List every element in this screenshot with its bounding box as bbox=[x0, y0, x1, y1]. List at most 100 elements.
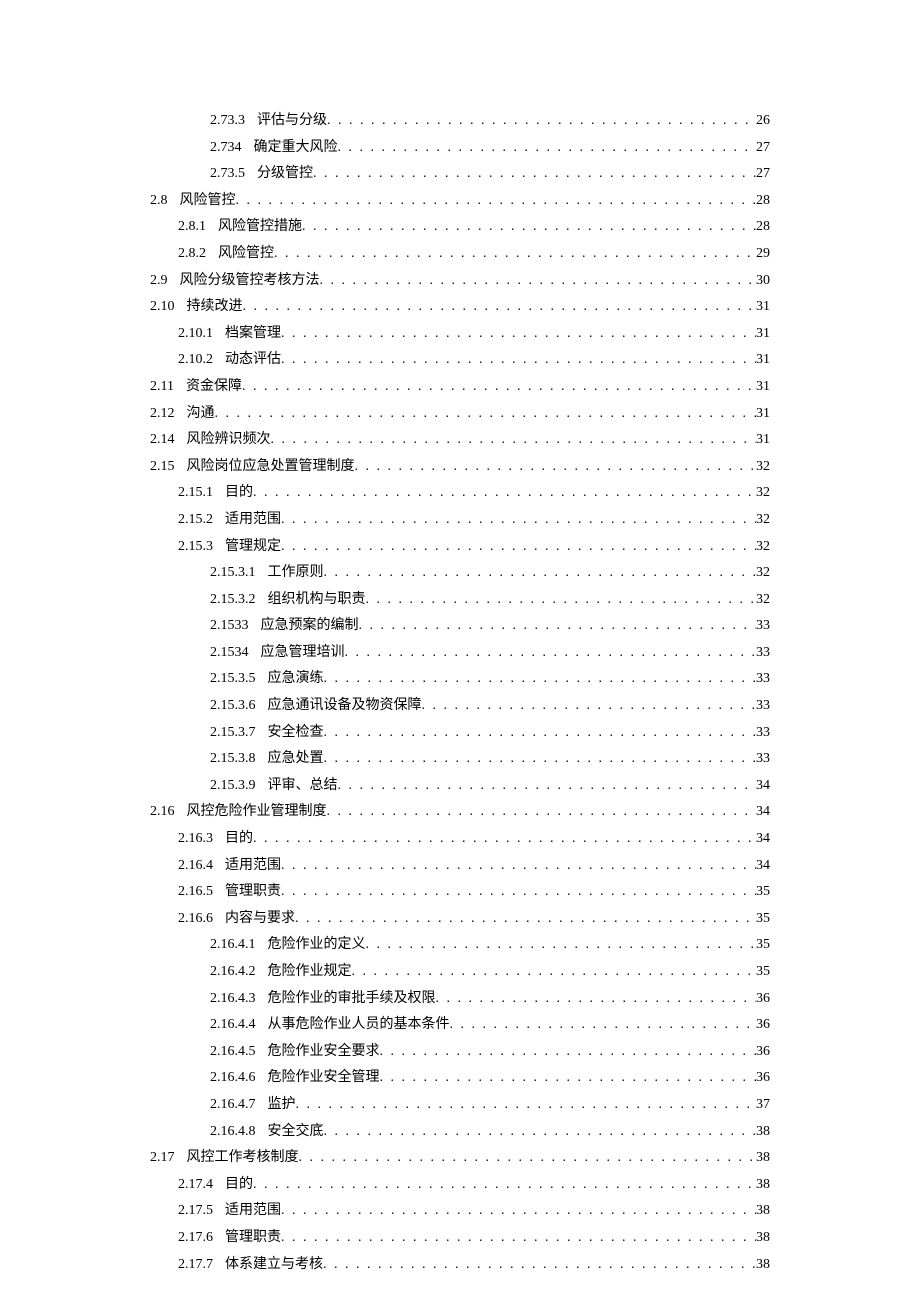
toc-entry-number: 2.16 bbox=[150, 799, 175, 826]
toc-entry-title: 评审、总结 bbox=[268, 773, 338, 800]
toc-entry-number: 2.17.7 bbox=[178, 1252, 213, 1279]
toc-entry-title: 应急管理培训 bbox=[261, 640, 345, 667]
toc-entry-title: 适用范围 bbox=[225, 1198, 281, 1225]
toc-entry: 2.10.2 动态评估 31 bbox=[150, 347, 770, 374]
toc-entry-number: 2.8.1 bbox=[178, 214, 206, 241]
toc-entry-number: 2.15.3.6 bbox=[210, 693, 256, 720]
toc-entry-title: 应急演练 bbox=[268, 666, 324, 693]
toc-entry: 2.15.3.5应急演练33 bbox=[150, 666, 770, 693]
toc-entry-page: 33 bbox=[756, 693, 770, 720]
toc-entry-number: 2.16.3 bbox=[178, 826, 213, 853]
toc-entry-leader bbox=[345, 640, 757, 667]
toc-entry: 2.10.1档案管理31 bbox=[150, 321, 770, 348]
toc-entry-number: 2.15.3.2 bbox=[210, 587, 256, 614]
toc-entry-page: 33 bbox=[756, 720, 770, 747]
toc-entry-title: 管理职责 bbox=[225, 1225, 281, 1252]
toc-entry-page: 32 bbox=[756, 454, 770, 481]
toc-entry-leader bbox=[236, 188, 757, 215]
toc-entry-title: 安全检查 bbox=[268, 720, 324, 747]
toc-entry: 2.16.4适用范围34 bbox=[150, 853, 770, 880]
toc-entry-title: 动态评估 bbox=[225, 347, 281, 374]
toc-entry-page: 31 bbox=[756, 294, 770, 321]
toc-entry-title: 持续改进 bbox=[187, 294, 243, 321]
toc-entry: 2.16.3目的34 bbox=[150, 826, 770, 853]
toc-entry-page: 27 bbox=[756, 135, 770, 162]
toc-entry-page: 36 bbox=[756, 1012, 770, 1039]
toc-entry-title: 危险作业规定 bbox=[268, 959, 352, 986]
toc-entry-leader bbox=[242, 374, 756, 401]
toc-entry-number: 2.10 bbox=[150, 294, 175, 321]
toc-entry-page: 31 bbox=[756, 401, 770, 428]
toc-entry: 2.16.4.2危险作业规定35 bbox=[150, 959, 770, 986]
toc-entry-page: 26 bbox=[756, 108, 770, 135]
toc-entry-number: 2.16.4.5 bbox=[210, 1039, 256, 1066]
toc-entry-leader bbox=[281, 321, 756, 348]
toc-entry-page: 31 bbox=[756, 347, 770, 374]
toc-entry-leader bbox=[243, 294, 757, 321]
toc-entry-page: 38 bbox=[756, 1252, 770, 1279]
toc-entry-page: 35 bbox=[756, 906, 770, 933]
toc-entry-leader bbox=[366, 932, 757, 959]
toc-entry: 2.15.3.2组织机构与职责32 bbox=[150, 587, 770, 614]
toc-entry-page: 32 bbox=[756, 587, 770, 614]
toc-entry-leader bbox=[295, 906, 756, 933]
toc-entry: 2.1534应急管理培训33 bbox=[150, 640, 770, 667]
toc-entry-leader bbox=[450, 1012, 757, 1039]
toc-entry-leader bbox=[313, 161, 756, 188]
toc-entry: 2.16.4.4从事危险作业人员的基本条件36 bbox=[150, 1012, 770, 1039]
toc-entry-number: 2.15.3.1 bbox=[210, 560, 256, 587]
toc-entry-title: 管理职责 bbox=[225, 879, 281, 906]
toc-entry-page: 33 bbox=[756, 746, 770, 773]
toc-entry-number: 2.73.5 bbox=[210, 161, 245, 188]
toc-entry-leader bbox=[355, 454, 757, 481]
toc-entry-title: 内容与要求 bbox=[225, 906, 295, 933]
toc-entry: 2.10 持续改进 31 bbox=[150, 294, 770, 321]
toc-entry-leader bbox=[324, 720, 757, 747]
toc-entry-number: 2.8 bbox=[150, 188, 168, 215]
toc-entry: 2.15.3管理规定32 bbox=[150, 534, 770, 561]
toc-entry-title: 适用范围 bbox=[225, 853, 281, 880]
toc-entry-page: 33 bbox=[756, 640, 770, 667]
toc-entry-number: 2.8.2 bbox=[178, 241, 206, 268]
toc-entry-page: 35 bbox=[756, 932, 770, 959]
toc-entry-number: 2.9 bbox=[150, 268, 168, 295]
toc-entry-leader bbox=[436, 986, 757, 1013]
toc-entry-number: 2.14 bbox=[150, 427, 175, 454]
toc-entry: 2.17风控工作考核制度38 bbox=[150, 1145, 770, 1172]
toc-entry-leader bbox=[215, 401, 757, 428]
toc-entry-number: 2.16.4 bbox=[178, 853, 213, 880]
toc-entry-title: 体系建立与考核 bbox=[225, 1252, 323, 1279]
toc-entry-page: 38 bbox=[756, 1225, 770, 1252]
toc-entry-page: 34 bbox=[756, 773, 770, 800]
toc-entry-number: 2.11 bbox=[150, 374, 174, 401]
toc-entry-leader bbox=[281, 1225, 756, 1252]
toc-entry-leader bbox=[359, 613, 757, 640]
toc-entry-leader bbox=[299, 1145, 757, 1172]
toc-entry-leader bbox=[253, 826, 756, 853]
toc-entry-number: 2.10.2 bbox=[178, 347, 213, 374]
toc-entry-number: 2.16.6 bbox=[178, 906, 213, 933]
toc-entry-number: 2.16.4.4 bbox=[210, 1012, 256, 1039]
toc-entry-title: 评估与分级 bbox=[257, 108, 327, 135]
toc-entry-leader bbox=[253, 1172, 756, 1199]
toc-entry-number: 2.17.4 bbox=[178, 1172, 213, 1199]
toc-entry-leader bbox=[324, 560, 757, 587]
toc-entry-number: 2.15.1 bbox=[178, 480, 213, 507]
toc-entry: 2.16.4.5危险作业安全要求36 bbox=[150, 1039, 770, 1066]
toc-entry-leader bbox=[281, 879, 756, 906]
toc-entry-leader bbox=[324, 666, 757, 693]
toc-entry-number: 2.73.3 bbox=[210, 108, 245, 135]
toc-entry: 2.15.3.6应急通讯设备及物资保障33 bbox=[150, 693, 770, 720]
toc-entry: 2.15风险岗位应急处置管理制度32 bbox=[150, 454, 770, 481]
toc-entry-page: 32 bbox=[756, 507, 770, 534]
toc-entry-page: 33 bbox=[756, 666, 770, 693]
toc-entry-number: 2.16.4.3 bbox=[210, 986, 256, 1013]
toc-entry-title: 风险岗位应急处置管理制度 bbox=[187, 454, 355, 481]
toc-entry: 2.16.4.1危险作业的定义35 bbox=[150, 932, 770, 959]
toc-entry-title: 目的 bbox=[225, 826, 253, 853]
toc-entry-leader bbox=[324, 1119, 757, 1146]
toc-entry-page: 28 bbox=[756, 188, 770, 215]
table-of-contents: 2.73.3评估与分级262.734确定重大风险272.73.5分级管控272.… bbox=[150, 108, 770, 1278]
toc-entry: 2.15.1目的32 bbox=[150, 480, 770, 507]
toc-entry-number: 2.15.3.9 bbox=[210, 773, 256, 800]
